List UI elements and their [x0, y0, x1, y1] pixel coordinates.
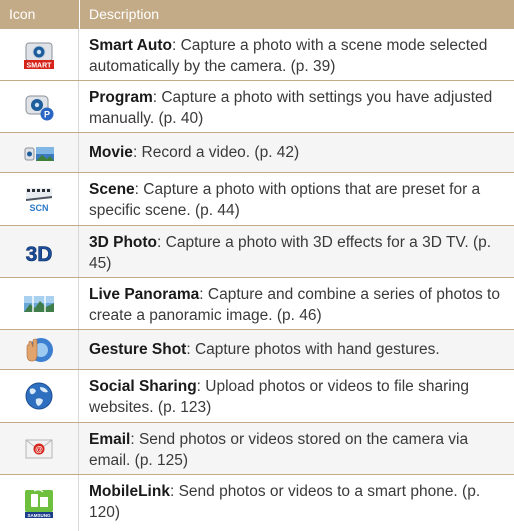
- icon-cell: [0, 370, 79, 422]
- mode-name: Scene: [89, 181, 135, 198]
- row-description: Smart Auto: Capture a photo with a scene…: [89, 35, 507, 77]
- description-column-header: Description: [89, 6, 160, 22]
- table-row: Movie: Record a video. (p. 42): [0, 133, 514, 173]
- mode-name: MobileLink: [89, 483, 170, 500]
- email-icon: @: [22, 434, 56, 464]
- program-icon-label: P: [44, 110, 50, 120]
- svg-text:@: @: [35, 445, 43, 454]
- icon-cell: SMART: [0, 29, 79, 80]
- table-row: Gesture Shot: Capture photos with hand g…: [0, 330, 514, 370]
- social-sharing-icon: [22, 381, 56, 411]
- table-row: Live Panorama: Capture and combine a ser…: [0, 278, 514, 330]
- icon-cell: SAMSUNG: [0, 475, 79, 531]
- mode-icon-table: Icon Description SMART Smart Auto: Captu…: [0, 0, 514, 531]
- live-panorama-icon: [22, 289, 56, 319]
- movie-icon: [22, 139, 56, 169]
- smart-auto-icon: SMART: [22, 40, 56, 70]
- mode-name: Program: [89, 89, 153, 106]
- icon-cell: [0, 133, 79, 172]
- row-description: Social Sharing: Upload photos or videos …: [89, 376, 507, 418]
- mode-name: Email: [89, 431, 131, 448]
- mobilelink-icon: SAMSUNG: [22, 488, 56, 518]
- table-row: Social Sharing: Upload photos or videos …: [0, 370, 514, 423]
- mode-description: : Capture a photo with options that are …: [89, 181, 481, 219]
- icon-column-header: Icon: [9, 6, 36, 22]
- header-divider: [79, 0, 80, 29]
- scene-icon: SCN: [22, 184, 56, 214]
- table-header: Icon Description: [0, 0, 514, 29]
- mode-name: 3D Photo: [89, 234, 158, 251]
- 3d-photo-icon-label: 3D: [26, 243, 53, 266]
- icon-cell: [0, 330, 79, 369]
- icon-cell: SCN: [0, 173, 79, 225]
- row-description: 3D Photo: Capture a photo with 3D effect…: [89, 232, 507, 274]
- row-description: Scene: Capture a photo with options that…: [89, 179, 507, 221]
- row-description: Gesture Shot: Capture photos with hand g…: [89, 339, 507, 360]
- mode-name: Social Sharing: [89, 378, 197, 395]
- table-row: @ Email: Send photos or videos stored on…: [0, 423, 514, 475]
- icon-cell: 3D: [0, 226, 79, 277]
- mode-name: Gesture Shot: [89, 341, 187, 358]
- row-description: Program: Capture a photo with settings y…: [89, 87, 507, 129]
- mode-name: Live Panorama: [89, 286, 200, 303]
- row-description: MobileLink: Send photos or videos to a s…: [89, 481, 507, 523]
- table-row: SMART Smart Auto: Capture a photo with a…: [0, 29, 514, 81]
- table-row: SAMSUNG MobileLink: Send photos or video…: [0, 475, 514, 531]
- mode-name: Movie: [89, 144, 133, 161]
- icon-cell: P: [0, 81, 79, 132]
- table-row: P Program: Capture a photo with settings…: [0, 81, 514, 133]
- icon-cell: [0, 278, 79, 329]
- scene-icon-label: SCN: [29, 203, 48, 213]
- mode-description: : Record a video. (p. 42): [132, 144, 300, 161]
- mode-name: Smart Auto: [89, 37, 172, 54]
- row-description: Movie: Record a video. (p. 42): [89, 142, 507, 163]
- icon-cell: @: [0, 423, 79, 474]
- smart-auto-icon-label: SMART: [27, 63, 53, 70]
- row-description: Email: Send photos or videos stored on t…: [89, 429, 507, 471]
- row-description: Live Panorama: Capture and combine a ser…: [89, 284, 507, 326]
- program-icon: P: [22, 92, 56, 122]
- table-row: 3D 3D Photo: Capture a photo with 3D eff…: [0, 226, 514, 278]
- mode-description: : Send photos or videos stored on the ca…: [89, 431, 469, 469]
- table-row: SCN Scene: Capture a photo with options …: [0, 173, 514, 226]
- gesture-shot-icon: [22, 335, 56, 365]
- 3d-photo-icon: 3D: [22, 237, 56, 267]
- mobilelink-icon-label: SAMSUNG: [27, 513, 51, 518]
- mode-description: : Capture photos with hand gestures.: [186, 341, 440, 358]
